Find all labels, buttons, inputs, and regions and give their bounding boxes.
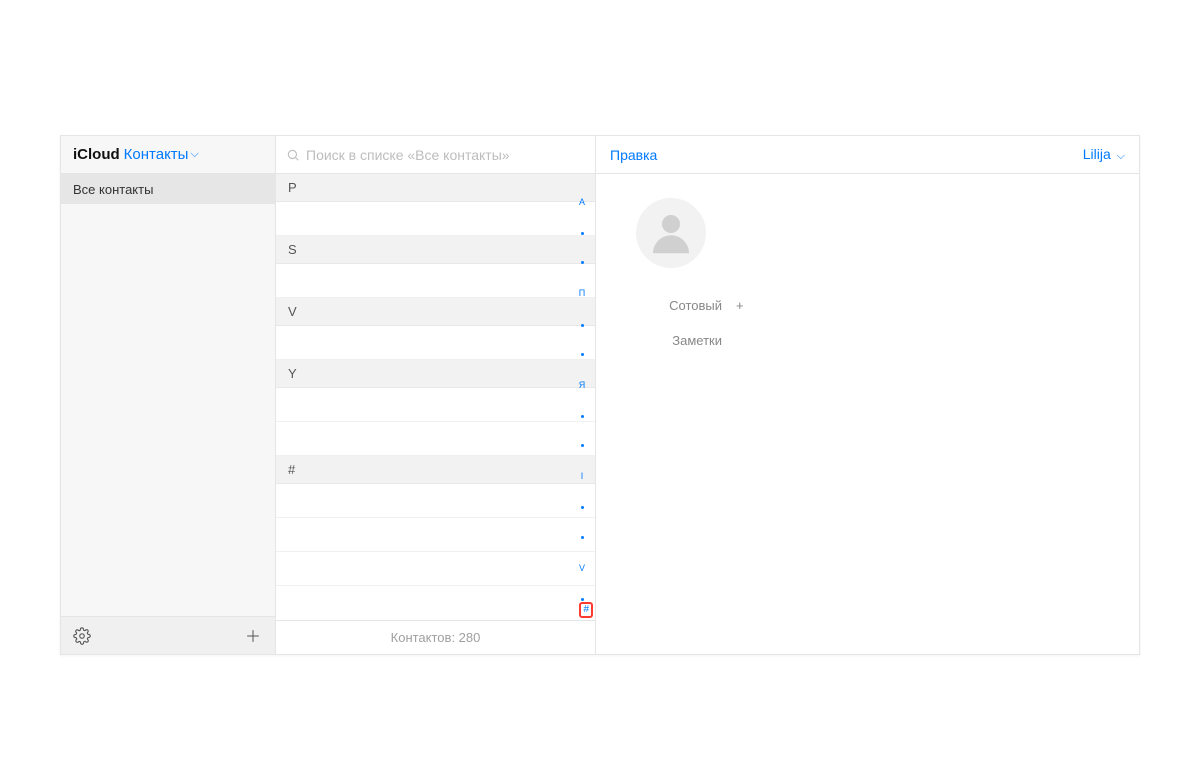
list-item[interactable] xyxy=(276,388,595,422)
index-dot xyxy=(581,415,584,418)
phone-value: + xyxy=(736,298,744,313)
contact-name-dropdown[interactable]: Lilija ⌵ xyxy=(1083,146,1125,163)
search-bar xyxy=(276,136,595,174)
index-dot xyxy=(581,232,584,235)
index-dot xyxy=(581,598,584,601)
sidebar-footer xyxy=(61,616,275,654)
list-item[interactable] xyxy=(276,422,595,456)
list-item[interactable] xyxy=(276,484,595,518)
index-dot xyxy=(581,506,584,509)
alphabet-index[interactable]: А П Я I V xyxy=(573,186,591,614)
index-letter[interactable]: V xyxy=(579,562,585,575)
list-item[interactable] xyxy=(276,518,595,552)
app-name-label: Контакты xyxy=(124,146,189,163)
index-letter[interactable]: I xyxy=(581,470,584,483)
index-dot xyxy=(581,444,584,447)
contact-detail: Правка Lilija ⌵ Сотовый + xyxy=(596,136,1139,654)
index-dot xyxy=(581,324,584,327)
list-item[interactable] xyxy=(276,202,595,236)
index-hash-highlighted[interactable]: # xyxy=(579,602,593,618)
index-dot xyxy=(581,353,584,356)
detail-body: Сотовый + Заметки xyxy=(596,174,1139,392)
chevron-down-icon: ⌵ xyxy=(190,148,198,161)
phone-field: Сотовый + xyxy=(636,298,1099,313)
section-header: V xyxy=(276,298,595,326)
contacts-window: iCloud Контакты ⌵ Все контакты xyxy=(60,135,1140,655)
group-item-label: Все контакты xyxy=(73,182,153,197)
index-dot xyxy=(581,261,584,264)
section-header: P xyxy=(276,174,595,202)
section-header: Y xyxy=(276,360,595,388)
notes-field: Заметки xyxy=(636,333,1099,348)
avatar-placeholder xyxy=(636,198,706,268)
app-container: iCloud Контакты ⌵ Все контакты xyxy=(0,0,1200,774)
notes-label: Заметки xyxy=(636,333,736,348)
add-contact-icon[interactable] xyxy=(243,626,263,646)
index-letter[interactable]: Я xyxy=(579,379,586,392)
list-item[interactable] xyxy=(276,264,595,298)
search-icon xyxy=(286,148,300,162)
list-item[interactable] xyxy=(276,326,595,360)
section-header: # xyxy=(276,456,595,484)
contact-list[interactable]: P S V Y # xyxy=(276,174,595,620)
group-list: Все контакты xyxy=(61,174,275,616)
index-letter[interactable]: П xyxy=(579,287,585,300)
list-item[interactable] xyxy=(276,586,595,620)
contact-name: Lilija xyxy=(1083,146,1111,162)
gear-icon[interactable] xyxy=(73,627,91,645)
sidebar: iCloud Контакты ⌵ Все контакты xyxy=(61,136,276,654)
edit-button[interactable]: Правка xyxy=(610,147,657,163)
list-item[interactable] xyxy=(276,552,595,586)
search-input[interactable] xyxy=(306,147,585,163)
detail-header: Правка Lilija ⌵ xyxy=(596,136,1139,174)
icloud-label: iCloud xyxy=(73,146,120,163)
contact-count: Контактов: 280 xyxy=(276,620,595,654)
index-dot xyxy=(581,536,584,539)
chevron-down-icon: ⌵ xyxy=(1117,150,1125,162)
contact-list-column: P S V Y # Контактов: 280 А xyxy=(276,136,596,654)
sidebar-header[interactable]: iCloud Контакты ⌵ xyxy=(61,136,275,174)
phone-label: Сотовый xyxy=(636,298,736,313)
index-letter[interactable]: А xyxy=(579,196,585,209)
group-item-all[interactable]: Все контакты xyxy=(61,174,275,204)
section-header: S xyxy=(276,236,595,264)
